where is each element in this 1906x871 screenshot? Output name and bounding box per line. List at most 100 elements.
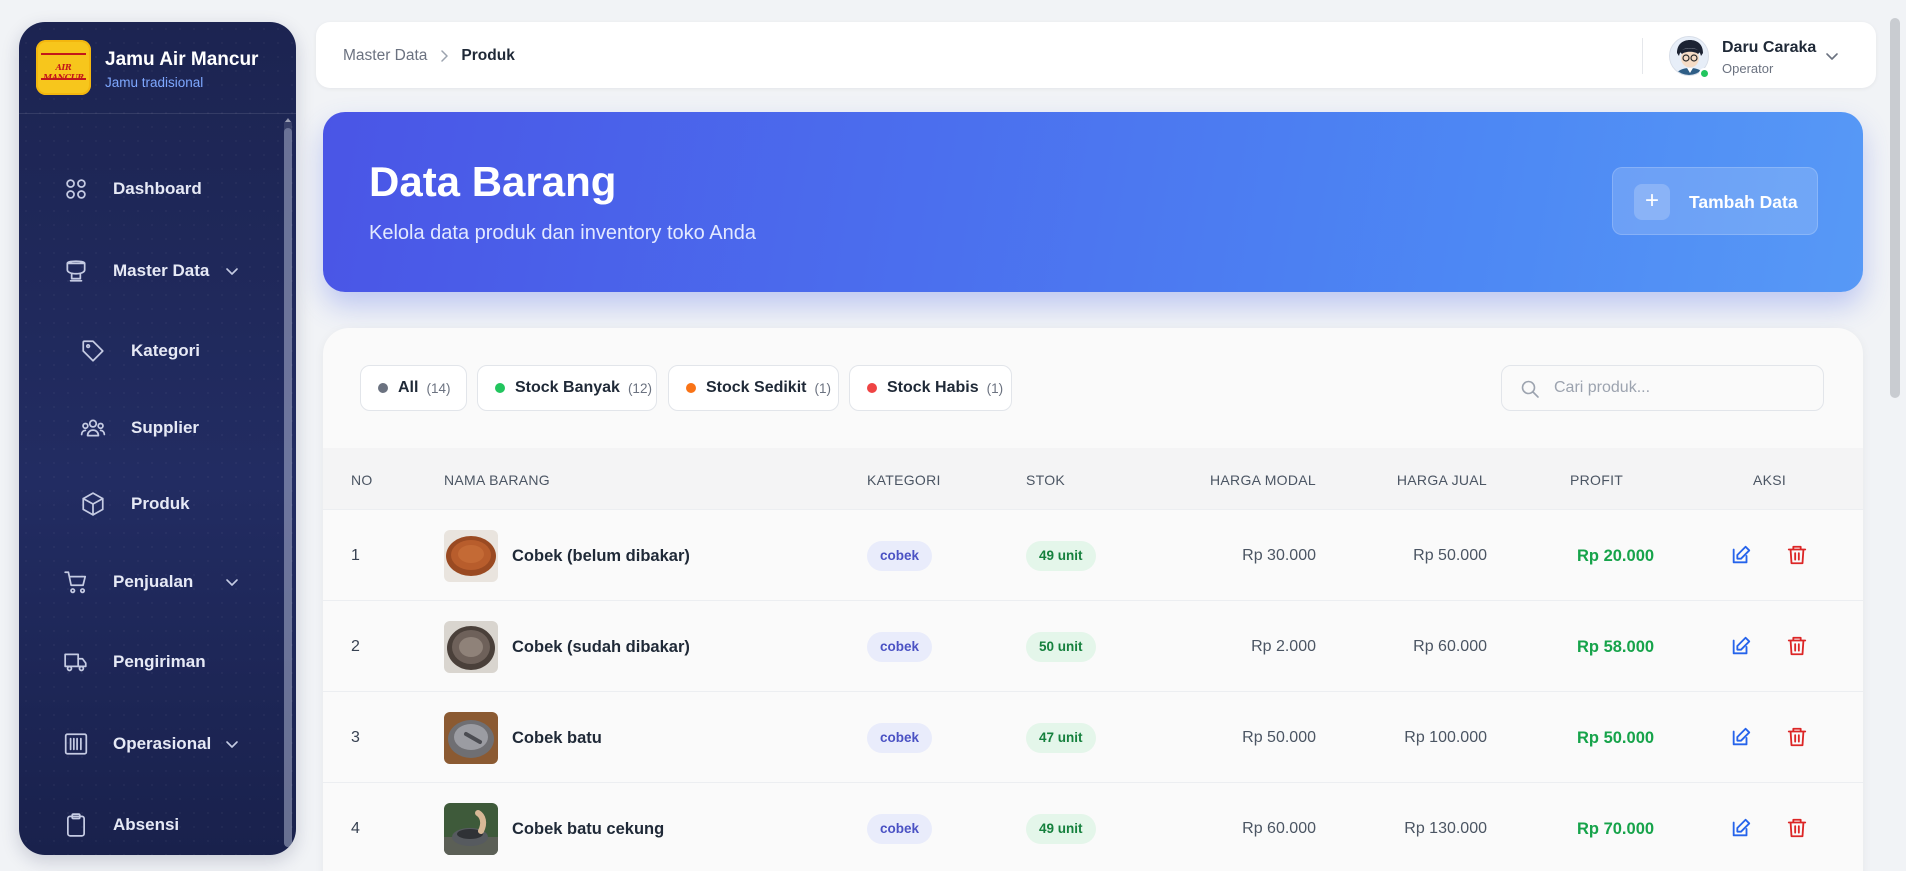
online-status-dot [1699,68,1710,79]
sell-price: Rp 130.000 [1404,820,1487,837]
edit-icon[interactable] [1730,726,1752,748]
sidebar-item-dashboard[interactable]: Dashboard [19,167,279,211]
cost-price: Rp 30.000 [1242,547,1316,564]
edit-icon[interactable] [1730,544,1752,566]
sidebar-scrollbar[interactable] [284,118,292,847]
product-image [444,621,498,673]
column-header-stok: STOK [1026,472,1066,488]
breadcrumb-master-data[interactable]: Master Data [343,47,427,65]
table-row[interactable]: 2 Cobek (sudah dibakar) cobek 50 unit Rp… [323,601,1863,692]
filter-count: (12) [627,380,652,396]
filter-stock-banyak[interactable]: Stock Banyak (12) [477,365,657,411]
column-header-nama-barang: NAMA BARANG [444,472,550,488]
chevron-right-icon [441,50,449,62]
sidebar-item-pengiriman[interactable]: Pengiriman [19,640,279,684]
sell-price: Rp 50.000 [1413,547,1487,564]
category-badge: cobek [867,723,933,753]
sidebar-item-master-data[interactable]: Master Data [19,249,279,293]
plus-icon: + [1634,184,1670,220]
chevron-down-icon [226,268,238,275]
stock-badge: 50 unit [1026,632,1096,662]
row-number: 3 [351,729,360,746]
column-header-harga-modal: HARGA MODAL [1210,472,1316,488]
sidebar-item-produk[interactable]: Produk [19,482,279,526]
sidebar-item-penjualan[interactable]: Penjualan [19,560,279,604]
add-data-label: Tambah Data [1689,192,1798,212]
trash-icon[interactable] [1786,817,1808,839]
sidebar-item-label: Master Data [113,261,210,280]
sidebar-item-supplier[interactable]: Supplier [19,406,279,450]
database-icon [66,260,86,282]
table-row[interactable]: 3 Cobek batu cobek 47 unit Rp 50.000 Rp … [323,692,1863,783]
sidebar-item-label: Supplier [131,418,200,437]
topbar: Master Data Produk Daru Caraka Operator [316,22,1876,88]
page-subtitle: Kelola data produk dan inventory toko An… [369,222,756,244]
row-number: 4 [351,820,360,837]
profit-value: Rp 50.000 [1577,729,1655,747]
filter-count: (1) [814,380,831,396]
column-header-no: NO [351,472,373,488]
sidebar-item-kategori[interactable]: Kategori [19,329,279,373]
filter-all[interactable]: All (14) [360,365,467,411]
brand-logo[interactable]: AIR MANCUR [36,40,91,95]
trash-icon[interactable] [1786,726,1808,748]
user-role: Operator [1722,61,1774,76]
profit-value: Rp 70.000 [1577,820,1655,838]
chevron-down-icon [226,741,238,748]
table-row[interactable]: 1 Cobek (belum dibakar) cobek 49 unit Rp… [323,510,1863,601]
table-header: NO NAMA BARANG KATEGORI STOK HARGA MODAL… [323,448,1863,510]
product-name: Cobek (sudah dibakar) [512,638,690,656]
profit-value: Rp 20.000 [1577,547,1655,565]
category-badge: cobek [867,632,933,662]
category-badge: cobek [867,814,933,844]
sidebar-item-absensi[interactable]: Absensi [19,803,279,847]
product-name: Cobek batu cekung [512,820,665,838]
table-row[interactable]: 4 Cobek batu cekung cobek 49 unit Rp 60.… [323,783,1863,871]
user-name: Daru Caraka [1722,39,1817,56]
chevron-down-icon[interactable] [1824,48,1840,64]
product-image [444,530,498,582]
filter-label: Stock Habis [887,379,979,396]
search-input[interactable] [1554,366,1814,410]
product-image [444,803,498,855]
hero-banner: Data Barang Kelola data produk dan inven… [323,112,1863,292]
edit-icon[interactable] [1730,635,1752,657]
product-image [444,712,498,764]
box-icon [82,492,104,516]
product-name: Cobek (belum dibakar) [512,547,690,565]
sidebar-item-operasional[interactable]: Operasional [19,722,279,766]
column-header-harga-jual: HARGA JUAL [1396,472,1487,488]
sidebar: AIR MANCUR Jamu Air Mancur Jamu tradisio… [19,22,296,855]
trash-icon[interactable] [1786,635,1808,657]
page-title: Data Barang [369,158,617,205]
cost-price: Rp 50.000 [1242,729,1316,746]
product-table-card: All (14) Stock Banyak (12) Stock Sedikit… [323,328,1863,871]
trash-icon[interactable] [1786,544,1808,566]
sidebar-item-label: Absensi [113,815,180,834]
grid-icon [66,179,86,199]
filter-label: Stock Sedikit [706,379,807,396]
page-scrollbar[interactable] [1890,18,1900,398]
filter-stock-habis[interactable]: Stock Habis (1) [849,365,1012,411]
sidebar-item-label: Penjualan [113,572,194,591]
filter-label: Stock Banyak [515,379,620,396]
filter-stock-sedikit[interactable]: Stock Sedikit (1) [668,365,839,411]
brand-subtitle: Jamu tradisional [105,75,204,90]
column-header-kategori: KATEGORI [867,472,941,488]
search-box [1501,365,1824,411]
stock-badge: 49 unit [1026,814,1096,844]
filter-dot [495,383,505,393]
cart-icon [64,571,87,594]
filter-count: (1) [986,380,1004,396]
brand: AIR MANCUR Jamu Air Mancur Jamu tradisio… [19,22,296,114]
breadcrumb-produk: Produk [461,47,515,64]
filter-dot [686,383,696,393]
stock-badge: 49 unit [1026,541,1096,571]
profit-value: Rp 58.000 [1577,638,1655,656]
barcode-icon [64,733,88,755]
product-name: Cobek batu [512,729,602,747]
sidebar-item-label: Operasional [113,734,212,753]
stock-badge: 47 unit [1026,723,1096,753]
add-data-button[interactable]: + Tambah Data [1612,167,1818,235]
edit-icon[interactable] [1730,817,1752,839]
